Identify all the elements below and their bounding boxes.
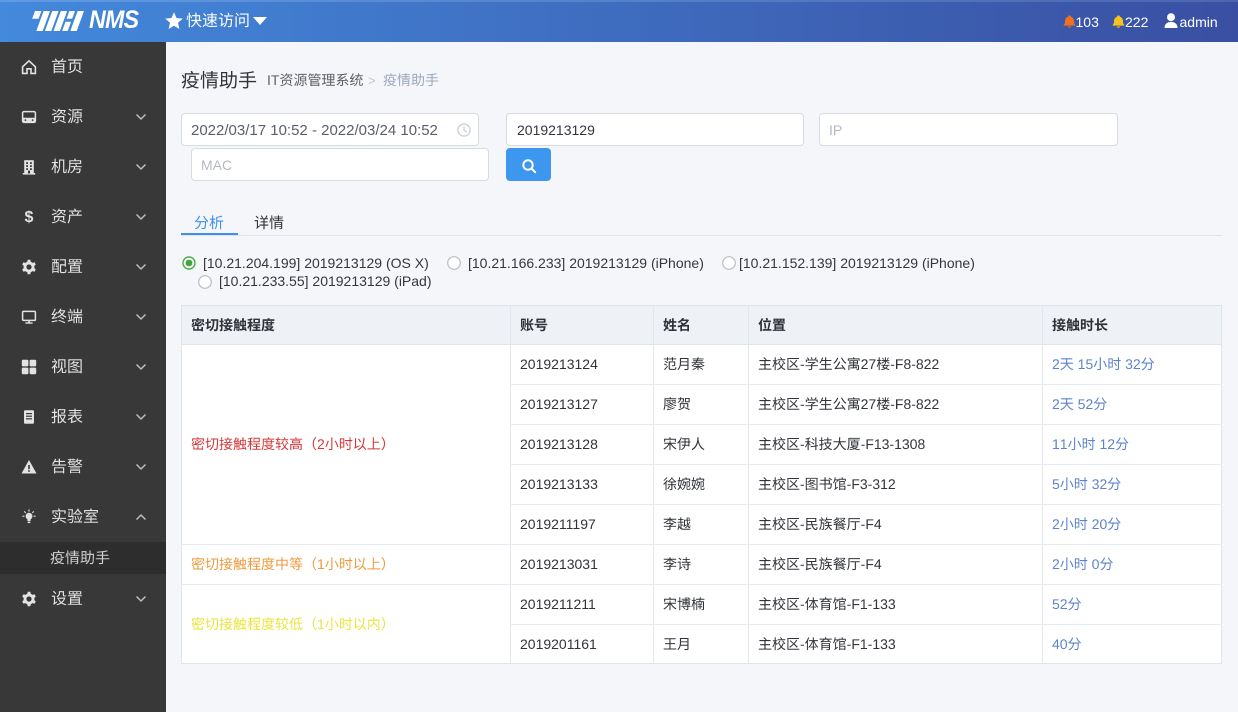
svg-text:$: $ [25, 209, 34, 225]
